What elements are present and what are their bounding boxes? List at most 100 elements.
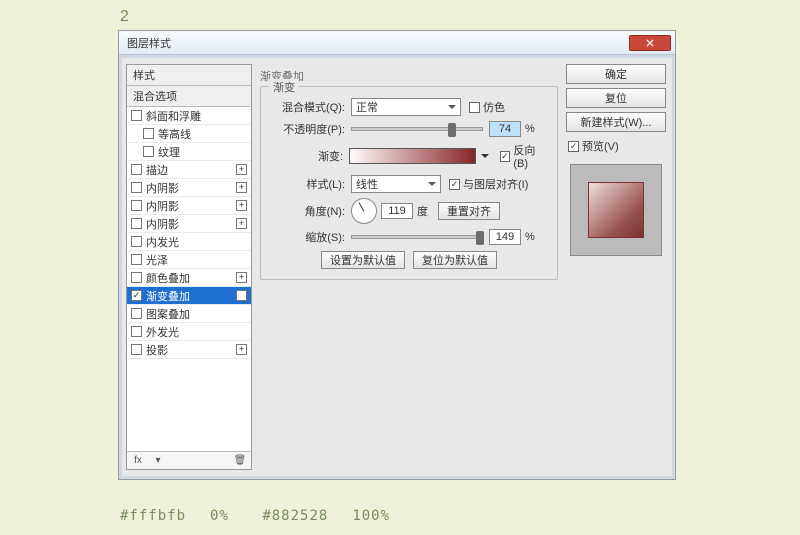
style-label: 内阴影	[146, 180, 179, 196]
step-number: 2	[120, 8, 129, 26]
style-item[interactable]: 图案叠加	[127, 305, 251, 323]
scale-input[interactable]: 149	[489, 229, 521, 245]
style-label: 光泽	[146, 252, 168, 268]
expand-icon[interactable]: +	[236, 272, 247, 283]
scale-unit: %	[525, 231, 535, 243]
right-column: 确定 复位 新建样式(W)... ✓预览(V)	[566, 64, 666, 256]
blend-options-header[interactable]: 混合选项	[127, 86, 251, 107]
style-label: 等高线	[158, 126, 191, 142]
set-default-button[interactable]: 设置为默认值	[321, 251, 405, 269]
preview-swatch	[588, 182, 644, 238]
style-checkbox[interactable]	[131, 218, 142, 229]
style-item[interactable]: 斜面和浮雕	[127, 107, 251, 125]
style-label: 描边	[146, 162, 168, 178]
close-button[interactable]	[629, 35, 671, 51]
style-checkbox[interactable]	[131, 254, 142, 265]
style-label: 外发光	[146, 324, 179, 340]
blend-mode-label: 混合模式(Q):	[269, 99, 345, 115]
style-item[interactable]: 投影 +	[127, 341, 251, 359]
style-label: 渐变叠加	[146, 288, 190, 304]
reset-default-button[interactable]: 复位为默认值	[413, 251, 497, 269]
dither-checkbox[interactable]	[469, 102, 480, 113]
cancel-button[interactable]: 复位	[566, 88, 666, 108]
trash-icon[interactable]: 🗑	[233, 454, 247, 468]
reverse-checkbox[interactable]: ✓	[500, 151, 511, 162]
style-checkbox[interactable]	[131, 236, 142, 247]
expand-icon[interactable]: +	[236, 200, 247, 211]
style-label: 投影	[146, 342, 168, 358]
expand-icon[interactable]: +	[236, 182, 247, 193]
style-checkbox[interactable]	[131, 164, 142, 175]
style-label: 样式(L):	[269, 176, 345, 192]
preview-checkbox[interactable]: ✓	[568, 141, 579, 152]
style-checkbox[interactable]	[131, 308, 142, 319]
opacity-label: 不透明度(P):	[269, 121, 345, 137]
style-checkbox[interactable]	[143, 146, 154, 157]
reset-align-button[interactable]: 重置对齐	[438, 202, 500, 220]
style-item[interactable]: 纹理	[127, 143, 251, 161]
style-item[interactable]: 内发光	[127, 233, 251, 251]
angle-input[interactable]: 119	[381, 203, 413, 219]
dialog-body: 样式 混合选项 斜面和浮雕等高线纹理描边+内阴影+内阴影+内阴影+内发光光泽颜色…	[119, 55, 675, 479]
scale-label: 缩放(S):	[269, 229, 345, 245]
style-checkbox[interactable]	[131, 326, 142, 337]
group-legend: 渐变	[269, 79, 299, 95]
style-item[interactable]: 内阴影 +	[127, 179, 251, 197]
styles-list: 样式 混合选项 斜面和浮雕等高线纹理描边+内阴影+内阴影+内阴影+内发光光泽颜色…	[126, 64, 252, 470]
style-item[interactable]: 内阴影+	[127, 197, 251, 215]
style-checkbox[interactable]	[143, 128, 154, 139]
close-icon	[646, 39, 654, 47]
blend-mode-select[interactable]: 正常	[351, 98, 461, 116]
new-style-button[interactable]: 新建样式(W)...	[566, 112, 666, 132]
settings-panel: 渐变叠加 渐变 混合模式(Q): 正常 仿色 不透明度(P): 74 % 渐变:	[256, 64, 562, 470]
style-label: 内发光	[146, 234, 179, 250]
styles-footer: fx ▾ 🗑	[127, 451, 251, 469]
align-label: 与图层对齐(I)	[463, 176, 528, 192]
preview-label: 预览(V)	[582, 138, 619, 154]
titlebar[interactable]: 图层样式	[119, 31, 675, 55]
styles-header[interactable]: 样式	[127, 65, 251, 86]
style-checkbox[interactable]	[131, 200, 142, 211]
expand-icon[interactable]: +	[236, 164, 247, 175]
angle-label: 角度(N):	[269, 203, 345, 219]
opacity-slider[interactable]	[351, 127, 483, 131]
expand-icon[interactable]: +	[236, 344, 247, 355]
layer-style-dialog: 图层样式 样式 混合选项 斜面和浮雕等高线纹理描边+内阴影+内阴影+内阴影+内发…	[118, 30, 676, 480]
style-checkbox[interactable]	[131, 110, 142, 121]
style-item[interactable]: 光泽	[127, 251, 251, 269]
opacity-unit: %	[525, 123, 535, 135]
align-checkbox[interactable]: ✓	[449, 179, 460, 190]
style-label: 颜色叠加	[146, 270, 190, 286]
expand-icon[interactable]: +	[236, 290, 247, 301]
style-checkbox[interactable]	[131, 272, 142, 283]
gradient-group: 渐变 混合模式(Q): 正常 仿色 不透明度(P): 74 % 渐变: ✓反向	[260, 86, 558, 280]
dither-label: 仿色	[483, 99, 505, 115]
scale-slider[interactable]	[351, 235, 483, 239]
dialog-title: 图层样式	[123, 35, 629, 51]
style-label: 纹理	[158, 144, 180, 160]
opacity-input[interactable]: 74	[489, 121, 521, 137]
reverse-label: 反向(B)	[513, 142, 549, 170]
style-item[interactable]: ✓ 渐变叠加 +	[127, 287, 251, 305]
style-checkbox[interactable]	[131, 344, 142, 355]
ok-button[interactable]: 确定	[566, 64, 666, 84]
gradient-picker[interactable]	[349, 148, 476, 164]
style-item[interactable]: 内阴影 +	[127, 215, 251, 233]
style-label: 斜面和浮雕	[146, 108, 201, 124]
style-label: 图案叠加	[146, 306, 190, 322]
footer-note: #fffbfb0% #882528100%	[120, 508, 414, 524]
expand-icon[interactable]: +	[236, 218, 247, 229]
angle-dial[interactable]	[351, 198, 377, 224]
style-item[interactable]: 外发光	[127, 323, 251, 341]
chevron-down-icon[interactable]: ▾	[151, 454, 165, 468]
angle-unit: 度	[417, 203, 428, 219]
style-item[interactable]: 颜色叠加 +	[127, 269, 251, 287]
section-title: 渐变叠加	[260, 68, 562, 84]
style-select[interactable]: 线性	[351, 175, 441, 193]
style-checkbox[interactable]: ✓	[131, 290, 142, 301]
style-item[interactable]: 描边 +	[127, 161, 251, 179]
style-checkbox[interactable]	[131, 182, 142, 193]
fx-icon[interactable]: fx	[131, 454, 145, 468]
style-item[interactable]: 等高线	[127, 125, 251, 143]
style-label: 内阴影	[146, 216, 179, 232]
